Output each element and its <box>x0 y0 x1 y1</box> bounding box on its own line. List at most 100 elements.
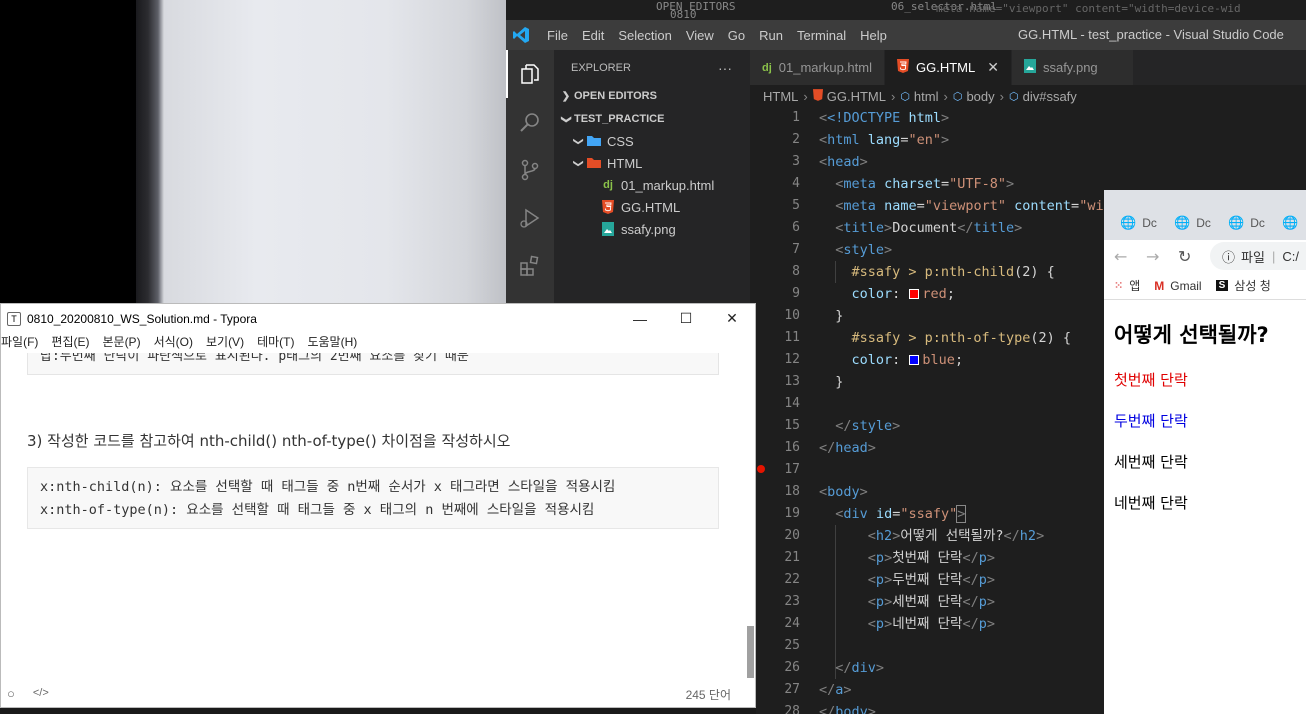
info-icon[interactable]: ⓘ <box>1222 247 1235 266</box>
line-number: 25 <box>784 638 800 653</box>
browser-tab[interactable]: 🌐 <box>1274 206 1298 240</box>
breadcrumb-item[interactable]: div#ssafy <box>1023 89 1077 104</box>
menu-file[interactable]: File <box>540 28 575 43</box>
reload-icon[interactable]: ↻ <box>1178 247 1210 266</box>
maximize-icon[interactable]: ☐ <box>663 304 709 333</box>
code-token: meta <box>843 198 876 214</box>
tab-ssafy-png[interactable]: ssafy.png <box>1011 50 1134 85</box>
extensions-icon[interactable] <box>506 242 554 290</box>
folder-label: HTML <box>607 155 643 171</box>
menu-go[interactable]: Go <box>721 28 752 43</box>
tab-gg-html[interactable]: GG.HTML ✕ <box>885 50 1012 85</box>
solution-code-block[interactable]: x:nth-child(n): 요소를 선택할 때 태그들 중 n번째 순서가 … <box>27 467 719 529</box>
breadcrumb-item[interactable]: HTML <box>763 89 798 104</box>
code-token: title <box>973 220 1015 236</box>
open-editors-label: OPEN EDITORS <box>574 90 657 102</box>
explorer-icon[interactable] <box>506 50 554 98</box>
menu-run[interactable]: Run <box>752 28 790 43</box>
bookmark-label: 삼성 청 <box>1234 279 1271 293</box>
breadcrumb-item[interactable]: GG.HTML <box>827 89 886 104</box>
file-01-markup[interactable]: dj 01_markup.html <box>554 174 750 196</box>
line-number-gutter: 1 2 3 4 5 6 7 8 9 10 11 12 13 14 15 16 17 18 19 20 21 22 23 24 2… <box>750 107 800 714</box>
django-file-icon: dj <box>603 179 613 191</box>
line-number: 27 <box>784 682 800 697</box>
globe-icon: 🌐 <box>1228 215 1245 230</box>
typora-app-icon: T <box>7 311 21 326</box>
chevron-right-icon: › <box>890 88 896 104</box>
line-number: 23 <box>784 594 800 609</box>
breadcrumb-item[interactable]: body <box>966 89 994 104</box>
search-icon[interactable] <box>506 98 554 146</box>
run-debug-icon[interactable] <box>506 194 554 242</box>
browser-tab[interactable]: 🌐 Dc <box>1166 206 1220 240</box>
color-swatch-red[interactable] <box>909 289 920 299</box>
code-token: 두번째 단락 <box>892 572 963 588</box>
minimize-icon[interactable]: — <box>617 304 663 333</box>
menu-view[interactable]: View <box>679 28 721 43</box>
code-line: <head> <box>819 154 868 170</box>
menu-edit[interactable]: Edit <box>575 28 611 43</box>
breakpoint-dot[interactable] <box>757 465 765 473</box>
menu-terminal[interactable]: Terminal <box>790 28 853 43</box>
code-token: 첫번째 단락 <box>892 550 963 566</box>
menu-file[interactable]: 파일(F) <box>1 333 45 353</box>
menu-help[interactable]: 도움말(H) <box>307 333 364 353</box>
html5-file-icon <box>812 88 823 104</box>
code-token: (2) <box>1014 264 1039 280</box>
forward-arrow-icon[interactable]: → <box>1146 247 1178 266</box>
bookmark-apps[interactable]: ⁙ 앱 <box>1114 277 1140 294</box>
code-token: 세번째 단락 <box>892 594 963 610</box>
element-icon: ⬡ <box>1008 90 1019 103</box>
code-line: x:nth-child(n): 요소를 선택할 때 태그들 중 n번째 순서가 … <box>40 479 616 495</box>
code-token: title <box>843 220 885 236</box>
menu-view[interactable]: 보기(V) <box>206 333 251 353</box>
tab-01-markup[interactable]: dj 01_markup.html <box>750 50 885 85</box>
menu-format[interactable]: 서식(O) <box>154 333 200 353</box>
line-number: 18 <box>784 484 800 499</box>
answer-code-block[interactable]: 답:두번째 단락이 파란색으로 표시된다. p태그의 2번째 요소를 찾기 때문 <box>27 353 719 375</box>
menu-theme[interactable]: 테마(T) <box>257 333 301 353</box>
chevron-right-icon: › <box>803 88 808 104</box>
close-icon[interactable]: ✕ <box>987 59 999 76</box>
color-swatch-blue[interactable] <box>909 355 920 365</box>
line-number: 11 <box>784 330 800 345</box>
breadcrumb-item[interactable]: html <box>914 89 939 104</box>
close-icon[interactable]: ✕ <box>709 304 755 333</box>
open-editors-section[interactable]: ❯ OPEN EDITORS <box>554 85 750 107</box>
address-bar[interactable]: ⓘ 파일 | C:/ <box>1210 242 1306 270</box>
typora-document[interactable]: 답:두번째 단락이 파란색으로 표시된다. p태그의 2번째 요소를 찾기 때문… <box>1 353 755 681</box>
folder-html[interactable]: ❯ HTML <box>554 152 750 174</box>
word-count[interactable]: 245 단어 <box>686 686 731 703</box>
menu-help[interactable]: Help <box>853 28 894 43</box>
page-paragraph: 두번째 단락 <box>1114 412 1188 430</box>
menu-selection[interactable]: Selection <box>611 28 678 43</box>
more-actions-icon[interactable]: ··· <box>718 60 732 76</box>
bookmark-samsung[interactable]: S 삼성 청 <box>1215 277 1271 294</box>
file-ssafy-png[interactable]: ssafy.png <box>554 218 750 240</box>
code-token: div <box>843 506 868 522</box>
menu-edit[interactable]: 편집(E) <box>51 333 96 353</box>
scrollbar-thumb[interactable] <box>747 626 754 678</box>
chevron-right-icon: ❯ <box>561 90 571 102</box>
project-section[interactable]: ❯ TEST_PRACTICE <box>554 108 750 130</box>
line-number: 28 <box>784 704 800 714</box>
menu-paragraph[interactable]: 본문(P) <box>102 333 147 353</box>
line-number: 22 <box>784 572 800 587</box>
outline-toggle-icon[interactable]: ○ <box>7 686 15 701</box>
source-mode-icon[interactable]: </> <box>33 687 49 699</box>
gmail-icon: M <box>1154 278 1165 293</box>
back-arrow-icon[interactable]: ← <box>1114 247 1146 266</box>
page-paragraph: 첫번째 단락 <box>1114 371 1188 389</box>
browser-tab[interactable]: 🌐 Dc <box>1220 206 1274 240</box>
folder-css[interactable]: ❯ CSS <box>554 130 750 152</box>
code-token: "viewport" <box>924 198 1006 214</box>
folder-icon <box>586 134 602 148</box>
browser-tab[interactable]: 🌐 Dc <box>1112 206 1166 240</box>
code-token: red <box>922 286 947 302</box>
strip-text: meta name="viewport" content="width=devi… <box>936 2 1241 15</box>
source-control-icon[interactable] <box>506 146 554 194</box>
explorer-title: EXPLORER <box>571 61 631 74</box>
line-number: 24 <box>784 616 800 631</box>
bookmark-gmail[interactable]: M Gmail <box>1154 279 1201 293</box>
file-gg-html[interactable]: GG.HTML <box>554 196 750 218</box>
